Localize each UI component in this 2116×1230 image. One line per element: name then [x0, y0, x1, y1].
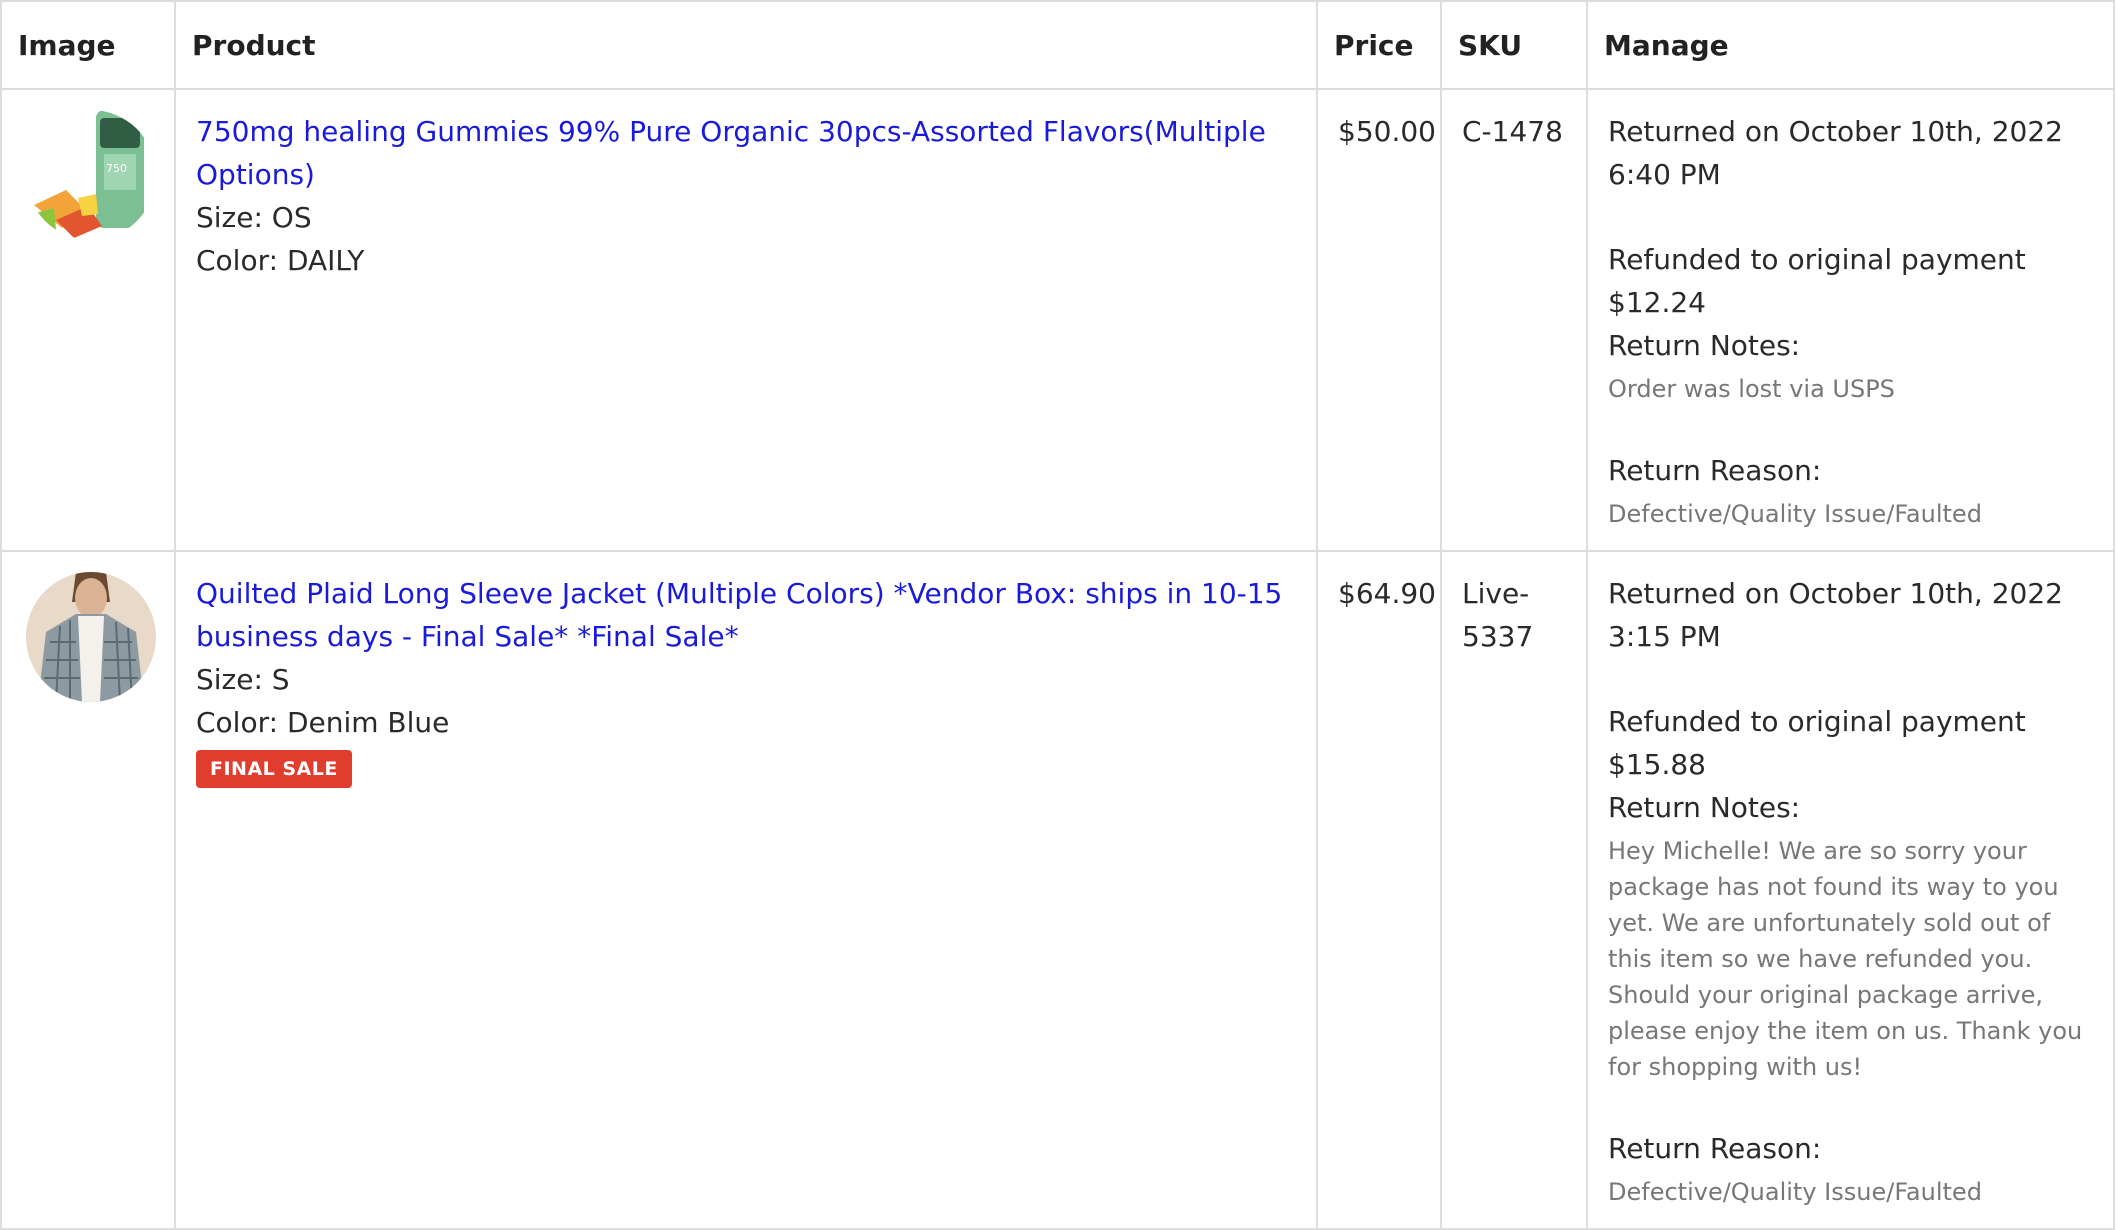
product-color: Color: Denim Blue: [196, 706, 450, 739]
product-cell: 750mg healing Gummies 99% Pure Organic 3…: [174, 88, 1318, 552]
returns-table: Image Product Price SKU Manage 750 750mg…: [0, 0, 2115, 1230]
sku-cell: C-1478: [1440, 88, 1588, 552]
return-reason: Defective/Quality Issue/Faulted: [1608, 500, 1982, 528]
refund-info: Refunded to original payment $12.24: [1608, 243, 2026, 319]
returned-date: Returned on October 10th, 2022 3:15 PM: [1608, 577, 2063, 653]
manage-cell: Returned on October 10th, 2022 3:15 PM R…: [1586, 550, 2115, 1230]
manage-cell: Returned on October 10th, 2022 6:40 PM R…: [1586, 88, 2115, 552]
header-manage: Manage: [1586, 0, 2115, 90]
return-reason-label: Return Reason:: [1608, 1132, 1822, 1165]
sku-value: C-1478: [1462, 115, 1563, 148]
return-reason: Defective/Quality Issue/Faulted: [1608, 1178, 1982, 1206]
returned-date: Returned on October 10th, 2022 6:40 PM: [1608, 115, 2063, 191]
price-cell: $64.90: [1316, 550, 1442, 1230]
product-size: Size: OS: [196, 201, 312, 234]
header-price: Price: [1316, 0, 1442, 90]
product-color: Color: DAILY: [196, 244, 365, 277]
header-product: Product: [174, 0, 1318, 90]
svg-text:750: 750: [106, 162, 127, 175]
table-row: 750 750mg healing Gummies 99% Pure Organ…: [0, 88, 2115, 552]
product-link[interactable]: 750mg healing Gummies 99% Pure Organic 3…: [196, 110, 1296, 196]
return-notes-label: Return Notes:: [1608, 329, 1801, 362]
refund-info: Refunded to original payment $15.88: [1608, 705, 2026, 781]
product-link[interactable]: Quilted Plaid Long Sleeve Jacket (Multip…: [196, 572, 1296, 658]
return-notes-label: Return Notes:: [1608, 791, 1801, 824]
product-cell: Quilted Plaid Long Sleeve Jacket (Multip…: [174, 550, 1318, 1230]
product-thumbnail-jacket[interactable]: [26, 572, 156, 702]
jacket-image-icon: [26, 572, 156, 702]
final-sale-badge: FINAL SALE: [196, 750, 352, 788]
gummies-image-icon: 750: [26, 110, 156, 240]
header-sku: SKU: [1440, 0, 1588, 90]
return-reason-label: Return Reason:: [1608, 454, 1822, 487]
sku-cell: Live-5337: [1440, 550, 1588, 1230]
return-notes: Order was lost via USPS: [1608, 375, 1895, 403]
product-size: Size: S: [196, 663, 290, 696]
price-cell: $50.00: [1316, 88, 1442, 552]
table-row: Quilted Plaid Long Sleeve Jacket (Multip…: [0, 550, 2115, 1230]
image-cell: [0, 550, 176, 1230]
returns-table-wrapper: Image Product Price SKU Manage 750 750mg…: [0, 0, 2115, 1230]
table-header-row: Image Product Price SKU Manage: [0, 0, 2115, 90]
product-thumbnail-gummies[interactable]: 750: [26, 110, 156, 240]
image-cell: 750: [0, 88, 176, 552]
header-image: Image: [0, 0, 176, 90]
sku-value: Live-5337: [1462, 577, 1534, 653]
return-notes: Hey Michelle! We are so sorry your packa…: [1608, 837, 2083, 1081]
price-value: $64.90: [1338, 577, 1436, 610]
price-value: $50.00: [1338, 115, 1436, 148]
